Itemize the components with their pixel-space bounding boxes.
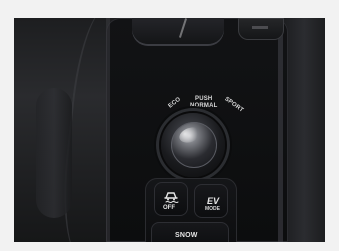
drive-mode-normal-label: NORMAL [190, 103, 218, 109]
console-right-trim [278, 18, 283, 242]
traction-control-icon [164, 192, 179, 204]
ev-label: EV [207, 196, 220, 206]
snow-label: SNOW [175, 232, 198, 239]
top-right-mark [252, 26, 268, 29]
traction-off-label: OFF [163, 205, 175, 211]
drive-mode-push-label: PUSH [195, 96, 213, 102]
mode-label: MODE [205, 206, 220, 212]
top-right-control-panel [238, 18, 284, 40]
photo: ECO PUSH NORMAL SPORT OFF EV MODE SNOW [14, 18, 325, 242]
console-left-trim [106, 18, 110, 242]
shifter-base [132, 18, 224, 44]
left-leather-fold [36, 88, 72, 218]
image-frame: ECO PUSH NORMAL SPORT OFF EV MODE SNOW [0, 0, 339, 251]
